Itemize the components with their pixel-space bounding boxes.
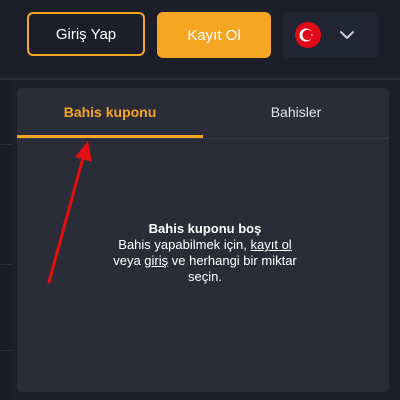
language-selector[interactable] [282, 12, 378, 58]
sidebar-divider [0, 264, 12, 265]
tab-bets[interactable]: Bahisler [203, 88, 389, 136]
page: Giriş Yap Kayıt Ol Bahis kuponu Bahisler… [0, 0, 400, 400]
register-button[interactable]: Kayıt Ol [157, 12, 271, 58]
bet-slip-panel: Bahis kuponu Bahisler Bahis kuponu boş B… [17, 88, 389, 392]
register-link[interactable]: kayıt ol [251, 237, 292, 252]
sidebar-divider [0, 144, 12, 145]
left-sidebar-edge [0, 80, 12, 400]
empty-state-text: veya [113, 253, 145, 268]
bet-slip-tabs: Bahis kuponu Bahisler [17, 88, 389, 138]
empty-state-text: ve herhangi bir miktar seçin. [168, 253, 297, 284]
login-button[interactable]: Giriş Yap [27, 12, 145, 56]
tabs-divider [17, 138, 389, 139]
turkey-flag-icon [295, 22, 321, 48]
empty-state-text: Bahis yapabilmek için, [118, 237, 251, 252]
top-header: Giriş Yap Kayıt Ol [0, 0, 400, 78]
tab-bet-slip[interactable]: Bahis kuponu [17, 88, 203, 136]
empty-state-title: Bahis kuponu boş [148, 221, 262, 236]
sidebar-divider [0, 350, 12, 351]
chevron-down-icon [337, 25, 357, 45]
login-link[interactable]: giriş [144, 253, 168, 268]
empty-bet-slip-message: Bahis kuponu boş Bahis yapabilmek için, … [105, 221, 305, 285]
header-divider [0, 78, 400, 80]
